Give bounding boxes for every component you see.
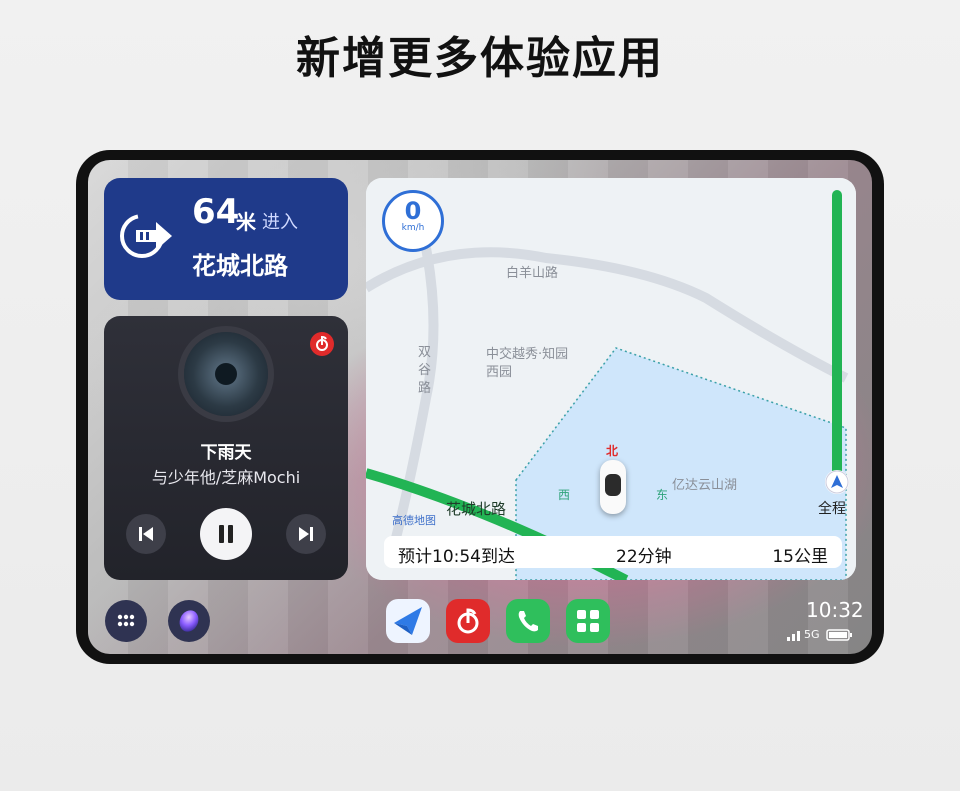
speed-value: 0 — [404, 197, 422, 225]
eta-duration: 22分钟 — [616, 547, 672, 567]
pause-icon — [219, 525, 233, 543]
navigation-app-button[interactable] — [386, 599, 430, 643]
previous-track-button[interactable] — [126, 514, 166, 554]
distance-unit: 米 — [236, 210, 256, 234]
map-road-label: 白羊山路 — [506, 266, 559, 281]
turn-right-icon — [120, 214, 172, 258]
map-road-label: 双谷路 — [418, 345, 432, 396]
navigation-card[interactable]: 64 米 进入 花城北路 — [104, 178, 348, 300]
next-track-button[interactable] — [286, 514, 326, 554]
map-brand-label: 高德地图 — [392, 514, 436, 527]
skip-next-icon — [299, 527, 313, 541]
phone-app-icon — [518, 611, 538, 632]
speedometer: 0 km/h — [382, 190, 444, 252]
song-title: 下雨天 — [200, 443, 252, 463]
music-app-icon — [457, 608, 479, 634]
skip-previous-icon — [139, 527, 153, 541]
compass-north: 北 — [606, 444, 619, 458]
page-headline: 新增更多体验应用 — [296, 33, 664, 84]
turn-action: 进入 — [262, 212, 298, 233]
battery-icon — [826, 629, 852, 641]
phone-app-button[interactable] — [506, 599, 550, 643]
app-grid-icon — [117, 614, 135, 627]
music-app-button[interactable] — [446, 599, 490, 643]
map-current-road-label: 花城北路 — [446, 500, 507, 518]
map-card[interactable]: 0 km/h 白羊山路 双谷路 中交越秀·知园西园 亿达云山湖 花城北路 高德地… — [366, 178, 856, 580]
status-clock: 10:32 — [806, 598, 864, 622]
trip-info-bar: 预计10:54到达 22分钟 15公里 — [384, 536, 842, 568]
compass-west: 西 — [558, 488, 571, 502]
map-canvas[interactable] — [366, 178, 856, 580]
speed-unit: km/h — [401, 223, 425, 233]
app-drawer-button[interactable] — [105, 600, 147, 642]
network-type: 5G — [804, 628, 820, 641]
compass-east: 东 — [656, 488, 669, 502]
turn-distance: 64 — [192, 192, 240, 232]
vehicle-position-marker — [600, 460, 626, 514]
music-card[interactable]: 下雨天 与少年他/芝麻Mochi — [104, 316, 348, 580]
eta-arrival: 预计10:54到达 — [398, 547, 515, 567]
navigation-arrow-icon[interactable] — [825, 470, 849, 494]
song-artist: 与少年他/芝麻Mochi — [151, 468, 301, 487]
status-indicators: 5G — [786, 626, 854, 644]
map-poi-label: 中交越秀·知园西园 — [486, 347, 569, 380]
next-road-name: 花城北路 — [192, 252, 288, 280]
route-progress-bar — [832, 190, 842, 482]
launcher-app-icon — [577, 610, 599, 632]
voice-assistant-icon — [179, 610, 199, 632]
netease-music-icon — [310, 332, 334, 356]
full-route-button[interactable]: 全程 — [818, 498, 846, 518]
play-pause-button[interactable] — [200, 508, 252, 560]
signal-icon — [787, 631, 800, 641]
voice-assistant-button[interactable] — [168, 600, 210, 642]
map-lake-label: 亿达云山湖 — [672, 478, 738, 493]
eta-distance: 15公里 — [772, 547, 828, 567]
launcher-app-button[interactable] — [566, 599, 610, 643]
navigation-app-icon — [394, 607, 422, 635]
album-art — [184, 332, 268, 416]
